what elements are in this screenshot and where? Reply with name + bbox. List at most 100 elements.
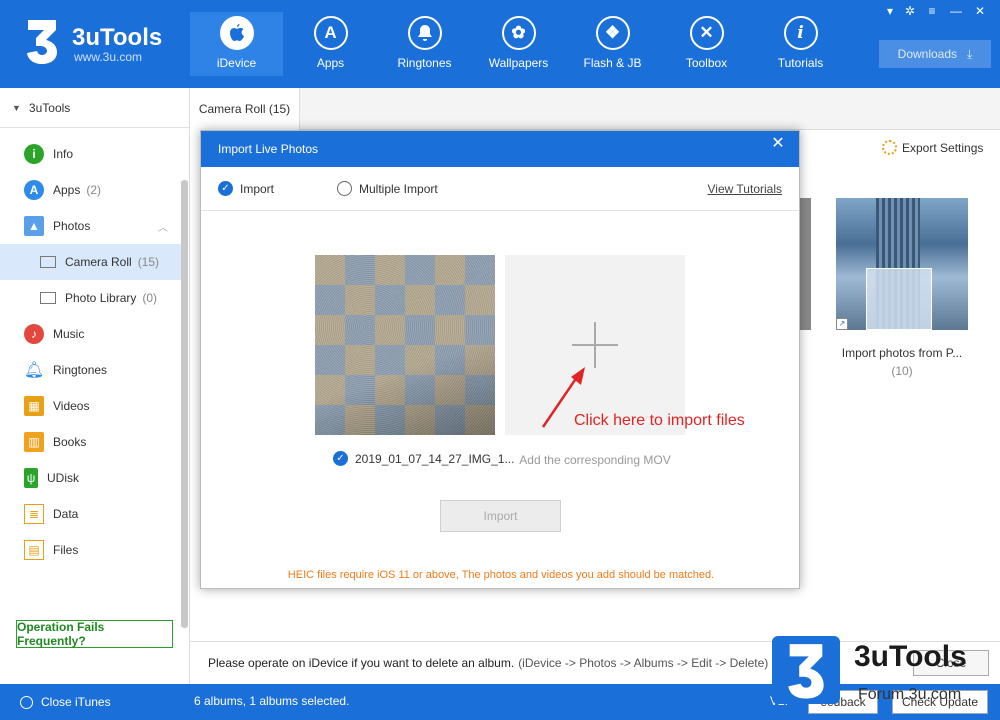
import-radio[interactable]: ✓ Import <box>218 181 274 196</box>
downloads-button[interactable]: Downloads ⤓ <box>879 40 991 68</box>
nav-ringtones[interactable]: Ringtones <box>378 12 471 76</box>
bell-icon <box>407 16 442 50</box>
import-mode-row: ✓ Import Multiple Import View Tutorials <box>201 167 799 211</box>
sidebar-item-photo-library[interactable]: Photo Library (0) <box>0 280 182 316</box>
nav-tutorials[interactable]: i Tutorials <box>754 12 847 76</box>
multiple-import-radio[interactable]: Multiple Import <box>337 181 438 196</box>
sidebar: ▼ 3uTools i Info A Apps (2) ▲ Photos ︿ C… <box>0 88 190 684</box>
export-settings-button[interactable]: Export Settings <box>882 140 983 155</box>
nav-idevice[interactable]: iDevice <box>190 12 283 76</box>
notice-text: Please operate on iDevice if you want to… <box>208 656 515 670</box>
sidebar-item-label: Data <box>53 507 79 521</box>
radio-empty-icon <box>337 181 352 196</box>
gear-icon <box>882 140 897 155</box>
circle-icon <box>20 695 33 709</box>
nav-label: Tutorials <box>777 56 824 70</box>
sidebar-item-data[interactable]: ≣ Data <box>0 496 182 532</box>
nav-wallpapers[interactable]: ✿ Wallpapers <box>472 12 565 76</box>
carpet-texture <box>315 255 495 435</box>
sidebar-item-files[interactable]: ▤ Files <box>0 532 182 568</box>
caret-down-icon: ▼ <box>12 102 21 113</box>
dialog-header: Import Live Photos ✕ <box>201 131 799 167</box>
flower-icon: ✿ <box>501 16 536 50</box>
live-photo-thumbnail[interactable] <box>315 255 495 435</box>
import-live-photos-dialog: Import Live Photos ✕ ✓ Import Multiple I… <box>200 130 800 589</box>
drop-label: Add the corresponding MOV <box>519 453 671 467</box>
sidebar-scrollbar[interactable] <box>181 180 188 628</box>
sidebar-item-photos[interactable]: ▲ Photos ︿ <box>0 208 182 244</box>
settings-icon[interactable]: ✲ <box>900 2 920 20</box>
close-window-icon[interactable]: ✕ <box>970 2 990 20</box>
sidebar-item-apps[interactable]: A Apps (2) <box>0 172 182 208</box>
sidebar-item-label: Photos <box>53 219 91 233</box>
plus-icon <box>594 322 596 368</box>
sidebar-item-books[interactable]: ▥ Books <box>0 424 182 460</box>
albums-status: 6 albums, 1 albums selected. <box>194 694 350 708</box>
sidebar-item-label: Music <box>53 327 85 341</box>
tab-camera-roll[interactable]: Camera Roll (15) <box>190 88 300 130</box>
nav-label: Flash & JB <box>583 56 642 70</box>
sidebar-item-count: (0) <box>142 291 158 305</box>
close-icon[interactable]: ✕ <box>765 133 791 155</box>
sidebar-root-label: 3uTools <box>28 100 71 115</box>
sidebar-item-camera-roll[interactable]: Camera Roll (15) <box>0 244 182 280</box>
sidebar-item-ringtones[interactable]: 🔔︎ Ringtones <box>0 352 182 388</box>
sidebar-item-videos[interactable]: ▦ Videos <box>0 388 182 424</box>
watermark-logo-icon <box>772 636 840 704</box>
import-button[interactable]: Import <box>440 500 561 532</box>
album-thumbnail[interactable]: ↗ <box>836 198 968 330</box>
bell-icon: 🔔︎ <box>23 362 45 379</box>
shortcut-icon: ↗ <box>836 318 848 330</box>
album-title: Import photos from P... <box>841 346 963 360</box>
nav-label: Toolbox <box>685 56 728 70</box>
box-icon: ❖ <box>595 16 630 50</box>
heic-warning: HEIC files require iOS 11 or above, The … <box>287 569 715 581</box>
check-icon[interactable]: ✓ <box>333 451 348 466</box>
close-itunes-button[interactable]: Close iTunes <box>0 684 190 720</box>
sidebar-item-label: Camera Roll <box>65 255 132 269</box>
data-icon: ≣ <box>24 504 44 524</box>
photos-icon: ▲ <box>24 216 44 236</box>
top-bar: 3uTools www.3u.com iDevice A Apps Ringto… <box>0 0 1000 88</box>
app-store-icon: A <box>24 180 44 200</box>
check-icon: ✓ <box>218 181 233 196</box>
sidebar-item-label: UDisk <box>47 471 79 485</box>
minimize-icon[interactable]: — <box>946 2 966 20</box>
apple-icon <box>219 16 254 50</box>
glass-cube-image <box>866 268 932 330</box>
sidebar-item-count: (2) <box>86 183 102 197</box>
sidebar-item-udisk[interactable]: ψ UDisk <box>0 460 182 496</box>
watermark-forum: Forum.3u.com <box>858 686 962 703</box>
sidebar-item-label: Photo Library <box>65 291 137 305</box>
nav-toolbox[interactable]: ✕ Toolbox <box>660 12 753 76</box>
watermark-brand: 3uTools <box>854 640 967 673</box>
nav-label: Wallpapers <box>488 56 549 70</box>
chevron-up-icon: ︿ <box>158 222 168 234</box>
film-icon: ▦ <box>24 396 44 416</box>
downloads-label: Downloads <box>897 47 958 61</box>
nav-flash-jb[interactable]: ❖ Flash & JB <box>566 12 659 76</box>
sidebar-item-music[interactable]: ♪ Music <box>0 316 182 352</box>
import-hint: Click here to import files <box>574 412 745 429</box>
view-tutorials-link[interactable]: View Tutorials <box>708 182 782 196</box>
info-icon: i <box>24 144 44 164</box>
add-mov-dropzone[interactable] <box>505 255 685 435</box>
app-name: 3uTools <box>72 24 163 51</box>
music-icon: ♪ <box>24 324 44 344</box>
skin-icon[interactable]: ▾ <box>880 2 900 20</box>
export-settings-label: Export Settings <box>902 140 984 155</box>
nav-apps[interactable]: A Apps <box>284 12 377 76</box>
nav-label: Ringtones <box>397 56 452 70</box>
tab-bar: Camera Roll (15) <box>190 88 1000 130</box>
sidebar-item-count: (15) <box>137 255 160 269</box>
menu-icon[interactable]: ≡ <box>922 2 942 20</box>
sidebar-item-info[interactable]: i Info <box>0 136 182 172</box>
book-icon: ▥ <box>24 432 44 452</box>
usb-icon: ψ <box>24 468 38 488</box>
sidebar-root[interactable]: ▼ 3uTools <box>0 88 189 128</box>
operation-fails-button[interactable]: Operation Fails Frequently? <box>16 620 173 648</box>
sidebar-item-label: Info <box>53 147 74 161</box>
sidebar-item-label: Files <box>53 543 79 557</box>
nav-label: Apps <box>316 56 345 70</box>
sidebar-item-label: Apps <box>53 183 81 197</box>
